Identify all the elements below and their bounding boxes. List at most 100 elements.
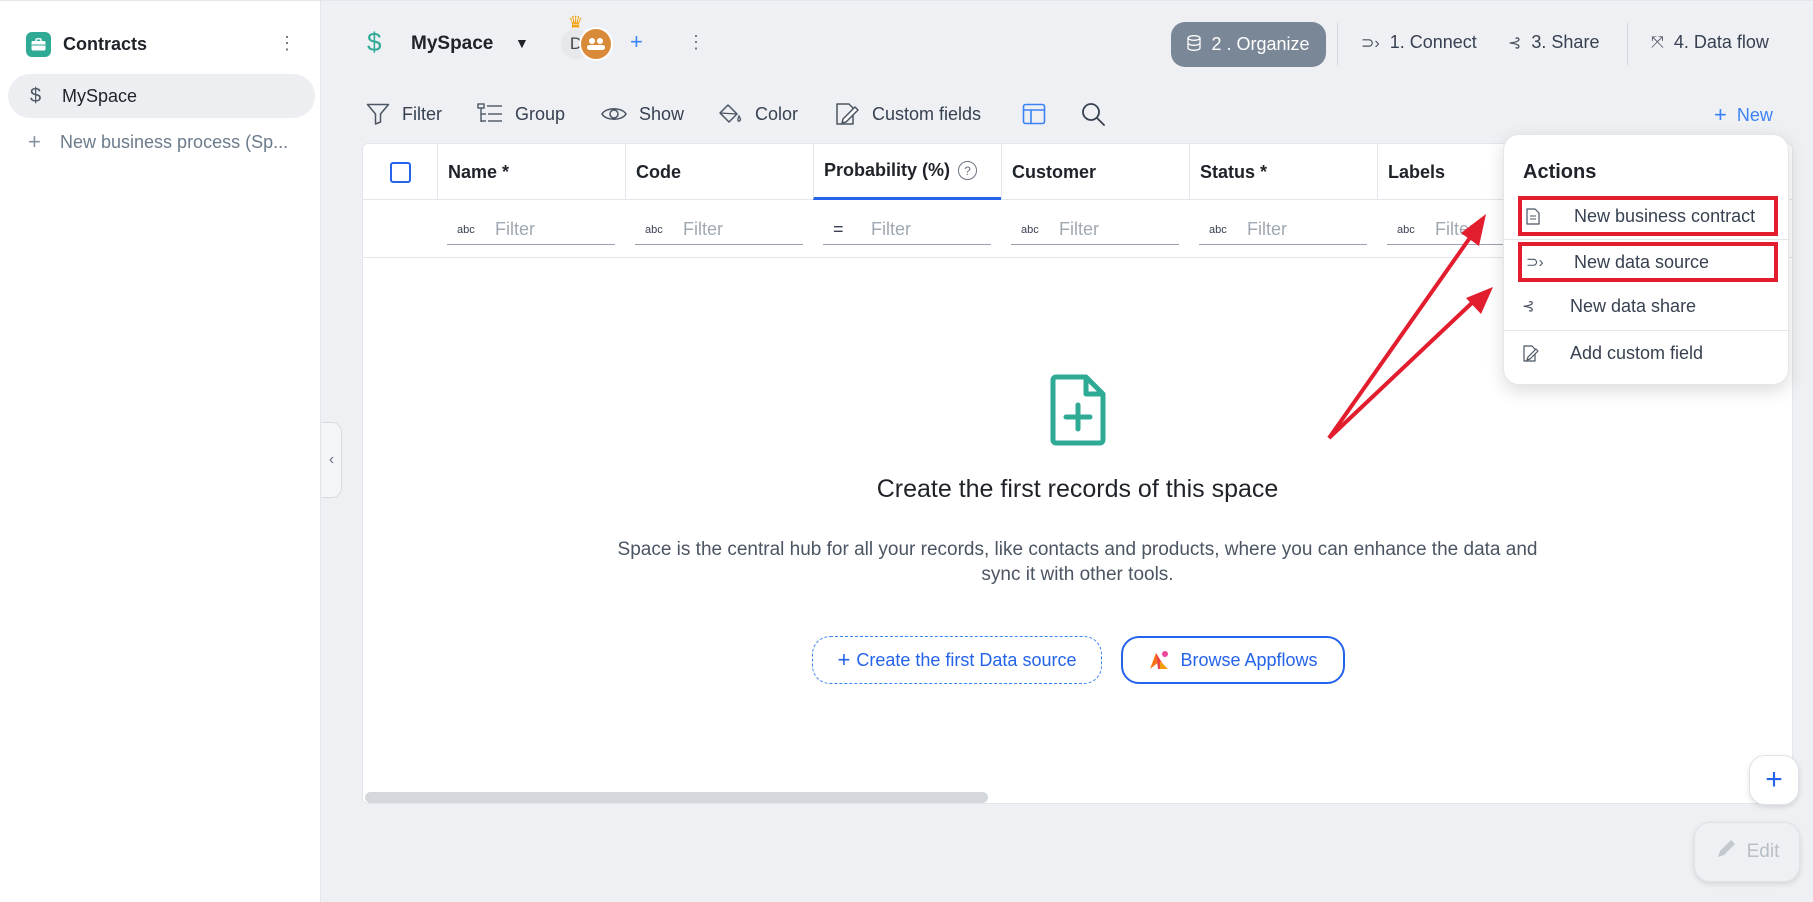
plus-icon: +: [28, 129, 41, 154]
add-member-button[interactable]: +: [630, 29, 643, 55]
group-label: Group: [515, 103, 566, 124]
share-icon: ⊰: [1522, 298, 1535, 315]
actions-menu: Actions New business contract ⊃› New dat…: [1503, 134, 1789, 385]
filter-input[interactable]: [1059, 219, 1169, 240]
menu-item-label: Add custom field: [1570, 342, 1704, 363]
column-header-code[interactable]: Code: [625, 144, 813, 200]
menu-item-label: New data source: [1574, 251, 1710, 272]
step-share-label: 3. Share: [1531, 32, 1600, 52]
plus-icon: +: [837, 647, 851, 672]
step-connect[interactable]: ⊃› 1. Connect: [1361, 32, 1477, 53]
column-label: Labels: [1388, 161, 1446, 182]
column-label: Name *: [448, 161, 510, 182]
custom-field-icon: [1522, 344, 1544, 362]
menu-item-label: New data share: [1570, 295, 1697, 316]
connect-icon: ⊃›: [1361, 34, 1380, 52]
appflows-logo-icon: [1148, 649, 1170, 671]
show-label: Show: [639, 103, 685, 124]
text-type-icon: abc: [1021, 223, 1039, 236]
step-organize-label: 2 . Organize: [1211, 34, 1310, 54]
custom-field-icon: [834, 102, 860, 126]
browse-appflows-button[interactable]: Browse Appflows: [1121, 636, 1345, 684]
group-icon: [477, 103, 503, 125]
filter-input[interactable]: [495, 219, 605, 240]
step-share[interactable]: ⊰ 3. Share: [1508, 32, 1599, 53]
sidebar-header: Contracts ⋮: [26, 31, 296, 57]
column-label: Status *: [1200, 161, 1268, 182]
edit-label: Edit: [1746, 841, 1780, 862]
menu-item-new-business-contract[interactable]: New business contract: [1518, 196, 1778, 236]
paint-bucket-icon: [717, 102, 743, 126]
column-header-probability[interactable]: Probability (%)?: [813, 144, 1001, 200]
step-data-flow-label: 4. Data flow: [1673, 32, 1769, 52]
share-icon: ⊰: [1508, 34, 1522, 52]
filter-input[interactable]: [683, 219, 793, 240]
briefcase-icon: [26, 31, 51, 57]
menu-item-add-custom-field[interactable]: Add custom field: [1518, 333, 1778, 373]
group-icon: [587, 38, 605, 50]
column-label: Probability (%): [824, 160, 951, 180]
menu-divider: [1504, 239, 1788, 240]
custom-fields-button[interactable]: Custom fields: [834, 100, 981, 128]
create-first-data-source-button[interactable]: + Create the first Data source: [812, 636, 1102, 684]
filter-cell-probability[interactable]: =: [823, 215, 991, 245]
caret-down-icon[interactable]: ▼: [515, 35, 529, 51]
menu-item-new-data-source[interactable]: ⊃› New data source: [1518, 242, 1778, 282]
workspace-title: Contracts: [63, 33, 148, 54]
column-label: Code: [636, 161, 681, 182]
column-label: Customer: [1012, 161, 1097, 182]
create-button-label: Create the first Data source: [856, 649, 1077, 670]
plus-icon: +: [1714, 102, 1727, 127]
file-add-icon: [1050, 374, 1106, 451]
filter-input[interactable]: [1247, 219, 1357, 240]
custom-fields-label: Custom fields: [872, 103, 982, 124]
plus-icon: +: [1765, 763, 1783, 796]
floating-edit-button[interactable]: Edit: [1694, 822, 1800, 882]
help-icon[interactable]: ?: [958, 161, 978, 180]
menu-item-new-data-share[interactable]: ⊰ New data share: [1518, 286, 1778, 326]
color-button[interactable]: Color: [717, 100, 798, 128]
new-business-process-link[interactable]: + New business process (Sp...: [28, 129, 308, 155]
filter-button[interactable]: Filter: [366, 100, 442, 128]
document-icon: [1526, 207, 1548, 225]
color-label: Color: [755, 103, 799, 124]
empty-state-description: Space is the central hub for all your re…: [617, 539, 1538, 585]
select-all-checkbox[interactable]: [390, 162, 411, 183]
show-button[interactable]: Show: [601, 100, 684, 128]
pencil-icon: [1715, 838, 1737, 866]
database-icon: [1187, 34, 1202, 55]
menu-divider: [1504, 330, 1788, 331]
space-dollar-icon: $: [367, 27, 382, 57]
filter-cell-code[interactable]: abc: [635, 215, 803, 245]
search-button[interactable]: [1081, 100, 1117, 128]
equals-icon: =: [833, 219, 844, 239]
floating-add-button[interactable]: +: [1749, 755, 1799, 805]
horizontal-scrollbar[interactable]: [365, 792, 988, 803]
column-header-customer[interactable]: Customer: [1001, 144, 1189, 200]
filter-label: Filter: [402, 103, 442, 124]
filter-cell-name[interactable]: abc: [447, 215, 615, 245]
step-organize[interactable]: 2 . Organize: [1171, 22, 1326, 67]
filter-cell-customer[interactable]: abc: [1011, 215, 1179, 245]
space-more-icon[interactable]: ⋮: [687, 32, 705, 53]
sidebar-item-myspace[interactable]: $ MySpace: [8, 74, 315, 118]
actions-menu-title: Actions: [1523, 161, 1597, 183]
step-data-flow[interactable]: ⤧ 4. Data flow: [1651, 32, 1769, 53]
group-button[interactable]: Group: [477, 100, 565, 128]
collapse-sidebar-button[interactable]: ‹: [322, 422, 342, 498]
filter-cell-status[interactable]: abc: [1199, 215, 1367, 245]
sidebar: Contracts ⋮ $ MySpace + New business pro…: [0, 0, 321, 902]
chevron-left-icon: ‹: [328, 451, 335, 468]
new-button-label: New: [1736, 104, 1773, 125]
sidebar-more-icon[interactable]: ⋮: [278, 33, 296, 54]
column-header-status[interactable]: Status *: [1189, 144, 1377, 200]
filter-input[interactable]: [871, 219, 981, 240]
avatar[interactable]: [579, 27, 613, 61]
column-header-name[interactable]: Name *: [437, 144, 625, 200]
layout-toggle-button[interactable]: [1022, 100, 1058, 128]
table-layout-icon: [1022, 103, 1046, 125]
space-name[interactable]: MySpace: [411, 33, 493, 55]
text-type-icon: abc: [1209, 223, 1227, 236]
new-business-process-label: New business process (Sp...: [60, 131, 289, 152]
new-button[interactable]: + New: [1714, 102, 1773, 128]
